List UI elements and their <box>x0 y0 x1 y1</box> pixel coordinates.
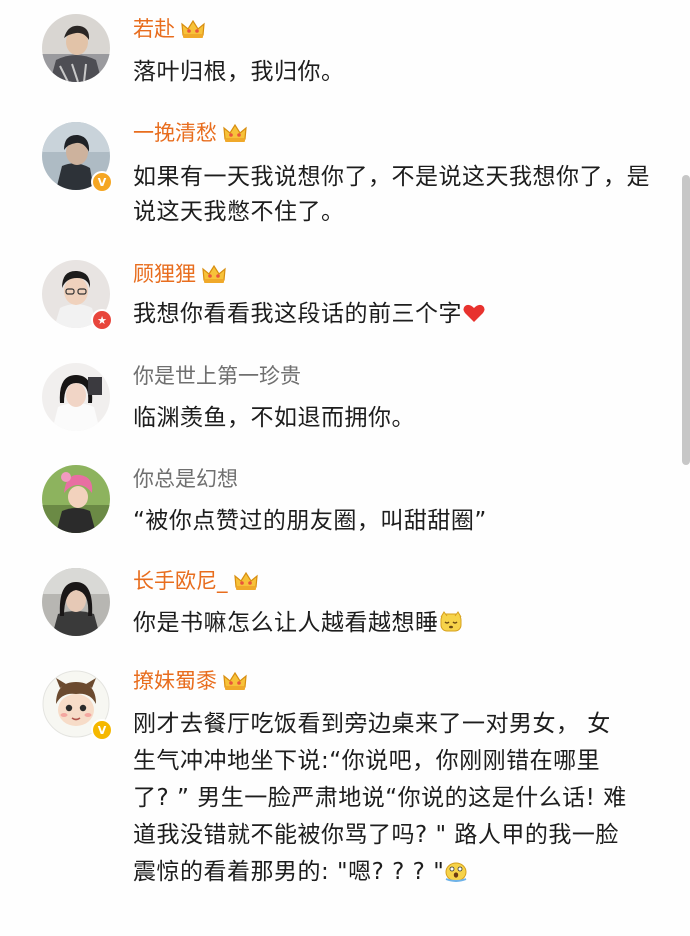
comment-text-content: 刚才去餐厅吃饭看到旁边桌来了一对男女， 女生气冲冲地坐下说:“你说吧，你刚刚错在… <box>133 711 627 885</box>
user-photo-icon <box>42 465 110 533</box>
star-badge-icon: ★ <box>91 309 113 331</box>
vip-crown-icon <box>181 19 205 38</box>
username[interactable]: 撩妹蜀黍 <box>133 666 217 696</box>
avatar[interactable]: V <box>42 122 113 193</box>
comment-text: 落叶归根，我归你。 <box>133 59 345 85</box>
username[interactable]: 你总是幻想 <box>133 464 238 494</box>
username[interactable]: 若赴 <box>133 14 175 44</box>
comment-feed: 若赴 落叶归根，我归你。 V 一挽清愁 如果有一天我说想你了，不是说这天我想你了… <box>0 0 690 936</box>
vip-crown-icon <box>233 571 258 590</box>
vip-crown-icon <box>223 671 247 690</box>
heart-icon <box>463 304 485 322</box>
user-photo-icon <box>42 568 110 636</box>
username[interactable]: 你是世上第一珍贵 <box>133 361 301 391</box>
username[interactable]: 顾狸狸 <box>133 259 196 289</box>
avatar[interactable] <box>42 465 110 533</box>
sleepy-face-icon <box>440 611 461 632</box>
user-photo-icon <box>42 14 110 82</box>
avatar[interactable]: ★ <box>42 260 113 331</box>
comment-text: 刚才去餐厅吃饭看到旁边桌来了一对男女， 女生气冲冲地坐下说:“你说吧，你刚刚错在… <box>133 706 633 891</box>
avatar[interactable] <box>42 568 110 636</box>
comment-text: 临渊羡鱼，不如退而拥你。 <box>133 405 415 431</box>
avatar[interactable] <box>42 14 110 82</box>
comment-text: 我想你看看我这段话的前三个字 <box>133 297 658 332</box>
comment-text-content: 你是书嘛怎么让人越看越想睡 <box>133 610 439 636</box>
scrollbar-thumb[interactable] <box>682 175 690 465</box>
comment-text: 你是书嘛怎么让人越看越想睡 <box>133 606 658 641</box>
comment-text-content: 我想你看看我这段话的前三个字 <box>133 301 462 327</box>
username[interactable]: 长手欧尼_ <box>133 566 228 596</box>
username[interactable]: 一挽清愁 <box>133 118 217 148</box>
avatar[interactable] <box>42 363 110 431</box>
comment-text: “被你点赞过的朋友圈，叫甜甜圈” <box>133 508 487 534</box>
user-photo-icon <box>42 363 110 431</box>
comment-text: 如果有一天我说想你了，不是说这天我想你了，是说这天我憋不住了。 <box>133 164 650 225</box>
verified-badge-icon: V <box>91 719 113 741</box>
vip-crown-icon <box>202 264 226 283</box>
shocked-face-icon <box>445 862 467 882</box>
avatar[interactable]: V <box>42 670 113 741</box>
verified-badge-icon: V <box>91 171 113 193</box>
vip-crown-icon <box>223 123 247 142</box>
